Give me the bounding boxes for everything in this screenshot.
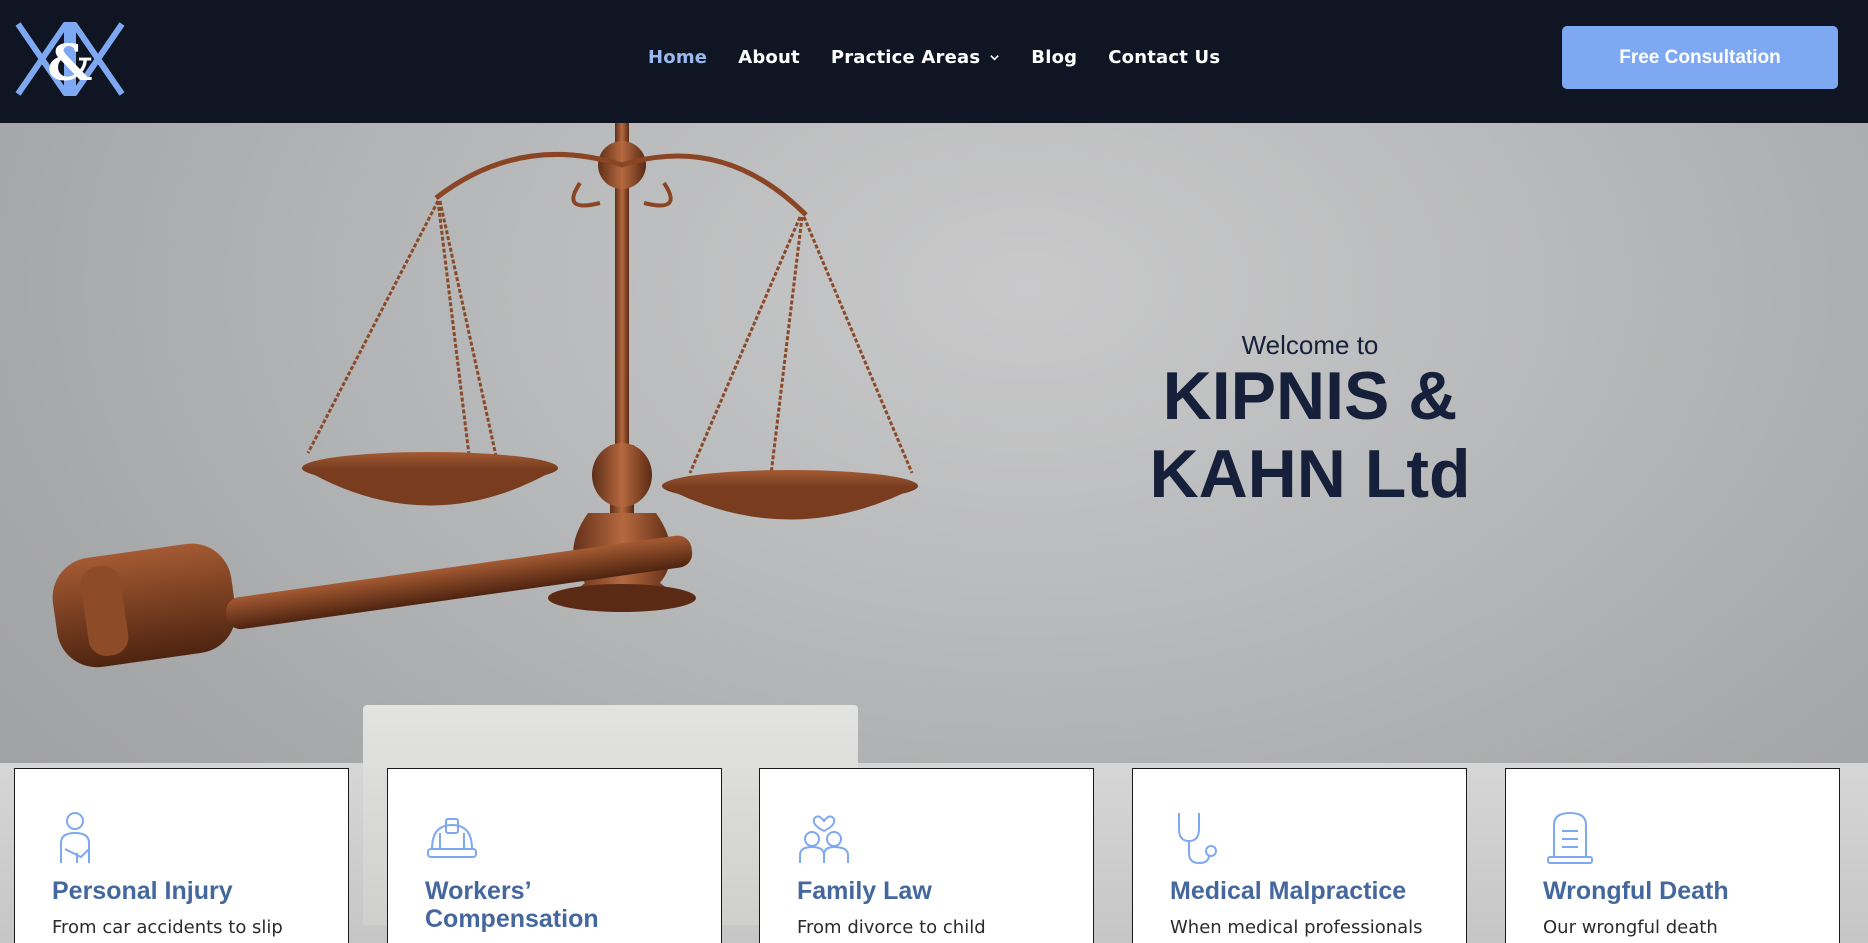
stethoscope-icon <box>1178 813 1217 865</box>
nav-practice-areas[interactable]: Practice Areas <box>831 47 1000 68</box>
card-title: Family Law <box>797 877 932 905</box>
family-heart-icon <box>799 815 849 863</box>
nav-practice-areas-label: Practice Areas <box>830 47 981 68</box>
free-consultation-button[interactable]: Free Consultation <box>1562 26 1838 89</box>
card-title: Medical Malpractice <box>1170 877 1407 905</box>
practice-card-personal-injury[interactable]: Personal Injury From car accidents to sl… <box>14 768 349 943</box>
card-title: Workers’ Compensation <box>425 877 599 933</box>
hard-hat-icon <box>427 818 477 858</box>
tombstone-icon <box>1547 811 1593 864</box>
practice-card-wrongful-death[interactable]: Wrongful Death Our wrongful death <box>1505 768 1840 943</box>
practice-card-workers-compensation[interactable]: Workers’ Compensation <box>387 768 722 943</box>
hero-title: KIPNIS & KAHN Ltd <box>1100 357 1520 513</box>
injured-person-icon <box>60 812 90 863</box>
card-title: Wrongful Death <box>1543 877 1729 905</box>
chevron-down-icon <box>990 55 1000 61</box>
nav-home[interactable]: Home <box>648 47 707 68</box>
svg-text:&: & <box>47 33 92 92</box>
card-description: From divorce to child <box>797 917 986 938</box>
card-description: Our wrongful death <box>1543 917 1718 938</box>
nav-contact-us[interactable]: Contact Us <box>1108 47 1220 68</box>
card-description: When medical professionals <box>1170 917 1423 938</box>
hero-title-line1: KIPNIS & <box>1162 358 1458 434</box>
main-nav: Home About Practice Areas Blog Contact U… <box>648 47 1251 68</box>
site-header: & Home About Practice Areas Blog Contact… <box>0 0 1868 123</box>
practice-card-medical-malpractice[interactable]: Medical Malpractice When medical profess… <box>1132 768 1467 943</box>
logo[interactable]: & <box>14 20 126 98</box>
practice-card-family-law[interactable]: Family Law From divorce to child <box>759 768 1094 943</box>
hero-title-line2: KAHN Ltd <box>1149 436 1471 512</box>
nav-about[interactable]: About <box>738 47 800 68</box>
card-description: From car accidents to slip <box>52 917 283 938</box>
nav-blog[interactable]: Blog <box>1031 47 1077 68</box>
card-title: Personal Injury <box>52 877 233 905</box>
